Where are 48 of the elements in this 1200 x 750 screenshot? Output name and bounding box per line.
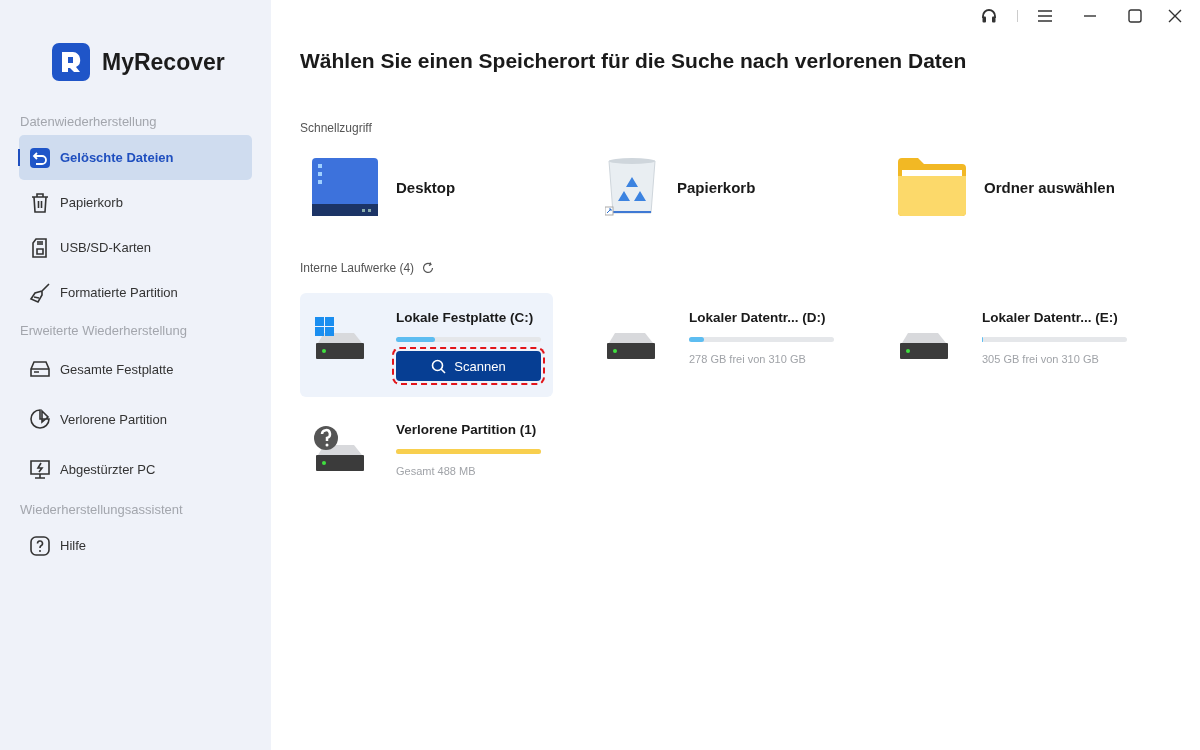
close-icon[interactable] bbox=[1168, 9, 1182, 23]
section-heading: Schnellzugriff bbox=[300, 121, 372, 135]
section-heading: Erweiterte Wiederherstellung bbox=[20, 322, 188, 338]
quick-access-item[interactable]: Papierkorb bbox=[593, 157, 886, 217]
hard-drive-icon bbox=[900, 331, 948, 359]
folder-icon bbox=[898, 158, 966, 216]
recycle-bin-icon bbox=[605, 157, 659, 217]
section-heading: Interne Laufwerke (4) bbox=[300, 261, 415, 275]
sidebar-item[interactable]: Gesamte Festplatte bbox=[19, 344, 252, 394]
drive-card[interactable]: Verlorene Partition (1) Gesamt 488 MB bbox=[300, 405, 553, 509]
headset-icon[interactable] bbox=[981, 8, 997, 24]
desktop-icon bbox=[312, 158, 378, 216]
sidebar-item[interactable]: Formatierte Partition bbox=[19, 270, 252, 315]
menu-icon[interactable] bbox=[1038, 10, 1052, 22]
logo-icon bbox=[52, 43, 90, 81]
drive-name: Verlorene Partition (1) bbox=[396, 422, 538, 437]
section-heading: Datenwiederherstellung bbox=[20, 113, 158, 129]
sidebar-item[interactable]: Verlorene Partition bbox=[19, 394, 252, 444]
drive-card[interactable]: Lokale Festplatte (C:) Scannen bbox=[300, 293, 553, 397]
sidebar-item[interactable]: Papierkorb bbox=[19, 180, 252, 225]
drive-name: Lokale Festplatte (C:) bbox=[396, 310, 535, 325]
trash-icon bbox=[29, 191, 51, 214]
sidebar-item[interactable]: USB/SD-Karten bbox=[19, 225, 252, 270]
sidebar-item[interactable]: Hilfe bbox=[19, 523, 252, 568]
drive-size: 278 GB frei von 310 GB bbox=[689, 353, 807, 365]
page-title: Wählen Sie einen Speicherort für die Suche nach verlorenen Daten bbox=[300, 48, 967, 73]
undo-icon bbox=[29, 146, 51, 169]
sidebar-item[interactable]: Abgestürzter PC bbox=[19, 444, 252, 494]
sidebar-item[interactable]: Gelöschte Dateien bbox=[19, 135, 252, 180]
app-name: MyRecover bbox=[102, 48, 225, 76]
drive-name: Lokaler Datentr... (E:) bbox=[982, 310, 1119, 325]
drive-card[interactable]: Lokaler Datentr... (E:) 305 GB frei von 310 GB bbox=[886, 293, 1139, 397]
refresh-icon[interactable] bbox=[422, 262, 435, 274]
quick-access-item[interactable]: Ordner auswählen bbox=[886, 157, 1179, 217]
monitor-icon bbox=[29, 458, 51, 480]
search-icon bbox=[431, 358, 447, 374]
help-icon bbox=[29, 534, 51, 557]
drive-size: Gesamt 488 MB bbox=[396, 465, 477, 477]
drive-icon bbox=[29, 358, 51, 380]
broom-icon bbox=[29, 281, 51, 304]
drive-name: Lokaler Datentr... (D:) bbox=[689, 310, 827, 325]
drive-card[interactable]: Lokaler Datentr... (D:) 278 GB frei von 310 GB bbox=[593, 293, 846, 397]
pie-icon bbox=[29, 408, 51, 430]
quick-access-item[interactable]: Desktop bbox=[300, 157, 593, 217]
drive-size: 305 GB frei von 310 GB bbox=[982, 353, 1100, 365]
hard-drive-icon bbox=[607, 331, 655, 359]
section-heading: Wiederherstellungsassistent bbox=[20, 501, 184, 517]
maximize-icon[interactable] bbox=[1128, 9, 1142, 23]
